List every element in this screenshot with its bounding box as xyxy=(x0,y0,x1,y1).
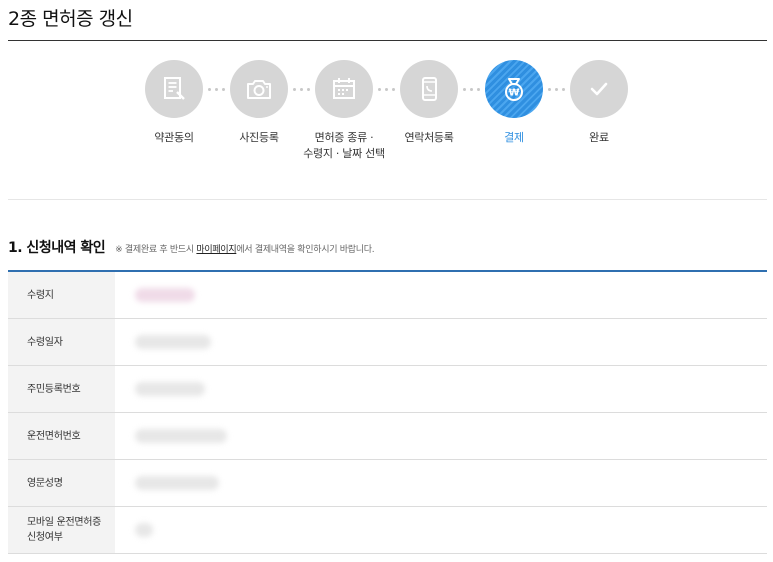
table-row: 수령일자 xyxy=(8,319,767,366)
money-bag-icon: ₩ xyxy=(505,78,523,101)
row-label-english-name: 영문성명 xyxy=(8,460,115,506)
row-label-mobile-license-line1: 모바일 운전면허증 xyxy=(27,517,102,528)
redacted-value xyxy=(135,476,219,490)
section-note: ※ 결제완료 후 반드시 마이페이지에서 결제내역을 확인하시기 바랍니다. xyxy=(115,242,374,255)
step-complete-circle xyxy=(570,60,628,118)
camera-icon xyxy=(247,80,271,99)
step-complete-label: 완료 xyxy=(549,130,649,146)
table-row: 주민등록번호 xyxy=(8,366,767,413)
step-payment-circle: ₩ xyxy=(485,60,543,118)
row-value-pickup-location xyxy=(115,272,767,318)
section-title: 1. 신청내역 확인 xyxy=(8,240,106,256)
row-label-mobile-license: 모바일 운전면허증 신청여부 xyxy=(8,507,115,553)
redacted-value xyxy=(135,335,211,349)
calendar-icon xyxy=(333,78,355,99)
progress-steps: 약관동의 사진등록 면허증 종류 · 수령지 · 날짜 선택 연락처등록 ₩ 결… xyxy=(0,60,773,180)
row-label-license-number: 운전면허번호 xyxy=(8,413,115,459)
document-icon xyxy=(164,77,185,100)
check-icon xyxy=(590,82,608,96)
row-value-pickup-date xyxy=(115,319,767,365)
row-value-mobile-license xyxy=(115,507,767,553)
step-license-circle xyxy=(315,60,373,118)
svg-text:₩: ₩ xyxy=(508,88,519,99)
redacted-value xyxy=(135,382,205,396)
row-label-resident-number: 주민등록번호 xyxy=(8,366,115,412)
row-value-resident-number xyxy=(115,366,767,412)
phone-icon xyxy=(422,77,437,101)
redacted-value xyxy=(135,429,227,443)
table-row: 모바일 운전면허증 신청여부 xyxy=(8,507,767,554)
row-label-mobile-license-line2: 신청여부 xyxy=(27,532,63,543)
row-label-pickup-location: 수령지 xyxy=(8,272,115,318)
step-contact-circle xyxy=(400,60,458,118)
row-value-english-name xyxy=(115,460,767,506)
application-details-table: 수령지 수령일자 주민등록번호 운전면허번호 영문성명 모바일 운전면허증 신청… xyxy=(8,272,767,554)
step-license-label-line2: 수령지 · 날짜 선택 xyxy=(303,147,385,160)
row-label-pickup-date: 수령일자 xyxy=(8,319,115,365)
mypage-link[interactable]: 마이페이지 xyxy=(196,245,236,255)
section-divider xyxy=(8,199,767,200)
step-complete: 완료 xyxy=(549,60,649,146)
section-note-prefix: ※ 결제완료 후 반드시 xyxy=(115,245,197,255)
title-divider xyxy=(8,40,767,41)
redacted-value xyxy=(135,523,153,537)
table-row: 수령지 xyxy=(8,272,767,319)
step-complete-label-line1: 완료 xyxy=(589,131,609,144)
step-terms-circle xyxy=(145,60,203,118)
table-row: 운전면허번호 xyxy=(8,413,767,460)
page-title: 2종 면허증 갱신 xyxy=(8,8,133,30)
row-value-license-number xyxy=(115,413,767,459)
table-row: 영문성명 xyxy=(8,460,767,507)
section-application-details-heading: 1. 신청내역 확인 ※ 결제완료 후 반드시 마이페이지에서 결제내역을 확인… xyxy=(8,237,375,257)
section-note-suffix: 에서 결제내역을 확인하시기 바랍니다. xyxy=(236,245,375,255)
step-photo-circle xyxy=(230,60,288,118)
redacted-value xyxy=(135,288,195,302)
